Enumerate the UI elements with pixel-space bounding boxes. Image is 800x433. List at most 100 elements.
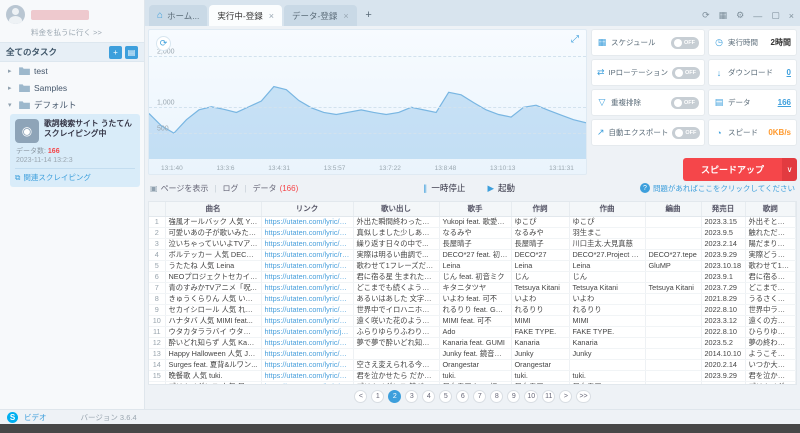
page-1[interactable]: 1 bbox=[371, 390, 385, 403]
page-2[interactable]: 2 bbox=[388, 390, 402, 403]
list-view-icon[interactable]: ▤ bbox=[125, 45, 138, 59]
page-prev[interactable]: < bbox=[354, 390, 368, 403]
tab-data[interactable]: データ-登録 × bbox=[284, 5, 357, 26]
close-button[interactable]: × bbox=[789, 11, 794, 21]
new-tab-button[interactable]: + bbox=[361, 7, 377, 23]
link-cell[interactable]: https://utaten.com/lyric/mi23... bbox=[261, 216, 354, 228]
link-cell[interactable]: https://utaten.com/lyric/mi2... bbox=[261, 348, 354, 360]
schedule-toggle[interactable]: OFF bbox=[671, 36, 699, 49]
x-axis-tick-label: 13:10:13 bbox=[490, 165, 516, 172]
page-8[interactable]: 8 bbox=[490, 390, 504, 403]
link-cell[interactable]: https://utaten.com/lyric/mi2... bbox=[261, 304, 354, 316]
page-9[interactable]: 9 bbox=[507, 390, 521, 403]
link-cell[interactable]: https://utaten.com/lyric/mi2... bbox=[261, 359, 354, 371]
help-link[interactable]: ? 問題があればここをクリックしてください bbox=[639, 183, 795, 194]
table-row[interactable]: 15 晩餐歌 人気 tuki. https://utaten.com/lyric/m… bbox=[149, 370, 796, 382]
apps-icon[interactable]: ▦ bbox=[719, 10, 728, 21]
link-cell[interactable]: https://utaten.com/lyric/ciqta3... bbox=[261, 282, 354, 294]
tab-home[interactable]: ⌂ ホーム... bbox=[149, 5, 208, 26]
sidebar-folder-samples[interactable]: ▸ Samples bbox=[0, 79, 144, 96]
table-row[interactable]: 5 うたたね 人気 Leina https://utaten.com/lyric/m… bbox=[149, 260, 796, 272]
lyrics-cell: ようこそハロウィンナイト... bbox=[745, 348, 796, 360]
link-cell[interactable]: https://utaten.com/lyric/ri231... bbox=[261, 249, 354, 261]
page-next[interactable]: > bbox=[559, 390, 573, 403]
related-scraping-link[interactable]: ⧉ 関連スクレイピング bbox=[15, 168, 135, 183]
table-row[interactable]: 7 青のすみかTVアニメ「呪... https://utaten.com/lyric… bbox=[149, 282, 796, 294]
maximize-button[interactable]: ▢ bbox=[771, 10, 780, 21]
x-axis-tick-label: 13:8:48 bbox=[434, 165, 457, 172]
link-cell[interactable]: https://utaten.com/lyric/mi2... bbox=[261, 370, 354, 382]
page-last[interactable]: >> bbox=[576, 390, 591, 403]
minimize-button[interactable]: — bbox=[753, 11, 762, 21]
link-cell[interactable]: https://utaten.com/lyric/mi16... bbox=[261, 381, 354, 384]
page-3[interactable]: 3 bbox=[405, 390, 419, 403]
refresh-icon[interactable]: ⟳ bbox=[702, 10, 710, 21]
table-row[interactable]: 10 ハナタバ 人気 MIMI feat... https://utaten.com… bbox=[149, 315, 796, 327]
table-row[interactable]: 14 Surges feat. 夏背&ルワン... https://utaten.c… bbox=[149, 359, 796, 371]
dedup-toggle[interactable]: OFF bbox=[671, 96, 699, 109]
link-cell[interactable]: https://utaten.com/lyric/mi23... bbox=[261, 238, 354, 250]
page-5[interactable]: 5 bbox=[439, 390, 453, 403]
table-row[interactable]: 1 強風オールバック 人気 Yuk... https://utaten.com/ly… bbox=[149, 216, 796, 228]
column-header: 歌詞 bbox=[745, 202, 796, 217]
page-11[interactable]: 11 bbox=[542, 390, 556, 403]
pause-button[interactable]: ∥ 一時停止 bbox=[423, 182, 465, 194]
task-card[interactable]: ◉ 歌詞検索サイト うたてんスクレイピング中 データ数: 166 2023-11… bbox=[10, 114, 140, 187]
table-row[interactable]: 16ブリキノダンス 人気 日向電...https://utaten.com/ly… bbox=[149, 381, 796, 384]
add-task-icon[interactable]: + bbox=[109, 45, 122, 59]
video-link[interactable]: ビデオ bbox=[24, 412, 47, 423]
row-number: 16 bbox=[149, 381, 166, 384]
close-icon[interactable]: × bbox=[269, 11, 274, 21]
autoexport-card: ↗ 自動エクスポート OFF bbox=[591, 119, 705, 146]
pay-link[interactable]: 料金を払うに行く >> bbox=[0, 26, 144, 42]
link-cell[interactable]: https://utaten.com/lyric/mi23... bbox=[261, 293, 354, 305]
song-title-cell: 酔いどれ知らず 人気 Kanar... bbox=[165, 337, 262, 349]
data-table: 曲名 リンク 歌い出し 歌手 作詞 作曲 編曲 発売日 歌詞 1 強風オールバック 人気 Yuk.… bbox=[148, 201, 797, 385]
table-row[interactable]: 2 可愛いあの子が歌いみたな... https://utaten.com/lyric… bbox=[149, 227, 796, 239]
refresh-button[interactable]: ⟳ bbox=[156, 36, 171, 51]
table-row[interactable]: 3泣いちゃっていいよTVアニメ「葬...https://utaten.com/l… bbox=[149, 238, 796, 250]
table-row[interactable]: 13 Happy Halloween 人気 Jun... https://utate… bbox=[149, 348, 796, 360]
table-row[interactable]: 4 ボルテッカー 人気 DECO*2... https://utaten.com/l… bbox=[149, 249, 796, 261]
sidebar-folder-default[interactable]: ▾ デフォルト bbox=[0, 96, 144, 113]
skype-icon[interactable]: S bbox=[7, 411, 18, 423]
link-cell[interactable]: https://utaten.com/lyric/mi2... bbox=[261, 271, 354, 283]
data-count-value[interactable]: 166 bbox=[778, 98, 791, 107]
autoexport-toggle[interactable]: OFF bbox=[672, 126, 701, 139]
gear-icon[interactable]: ⚙ bbox=[736, 10, 744, 21]
chevron-down-icon: ▾ bbox=[8, 101, 12, 109]
page-10[interactable]: 10 bbox=[524, 390, 539, 403]
spider-icon: ◉ bbox=[15, 119, 39, 143]
release-date-cell: 2021.8.29 bbox=[701, 293, 746, 305]
app-window: 料金を払うに行く >> 全てのタスク + ▤ ▸ test ▸ Samples … bbox=[0, 0, 800, 433]
link-cell[interactable]: https://utaten.com/lyric/mi23... bbox=[261, 227, 354, 239]
view-page-tab[interactable]: ▣ ページを表示 bbox=[150, 183, 208, 194]
page-4[interactable]: 4 bbox=[422, 390, 436, 403]
x-axis-tick-label: 13:11:31 bbox=[549, 165, 574, 172]
row-number: 6 bbox=[149, 271, 166, 283]
table-row[interactable]: 11 ウタカタララバイ ウタカタR... https://utaten.com/ly… bbox=[149, 326, 796, 338]
close-icon[interactable]: × bbox=[343, 11, 348, 21]
page-7[interactable]: 7 bbox=[473, 390, 487, 403]
export-icon: ↗ bbox=[597, 127, 605, 137]
table-row[interactable]: 8 きゅうくらりん 人気 いよわ... https://utaten.com/lyr… bbox=[149, 293, 796, 305]
data-tab[interactable]: データ (166) bbox=[253, 183, 299, 194]
link-cell[interactable]: https://utaten.com/lyric/mi2... bbox=[261, 337, 354, 349]
start-button[interactable]: ▶ 起動 bbox=[487, 182, 515, 194]
link-cell[interactable]: https://utaten.com/lyric/mi29... bbox=[261, 315, 354, 327]
table-row[interactable]: 6 NEOプロジェクトセカイ&#... https://utaten.com/lyr… bbox=[149, 271, 796, 283]
table-row[interactable]: 12 酔いどれ知らず 人気 Kanar... https://utaten.com/… bbox=[149, 337, 796, 349]
ip-rotation-toggle[interactable]: OFF bbox=[671, 66, 700, 79]
link-cell[interactable]: https://utaten.com/lyric/jty9a... bbox=[261, 326, 354, 338]
arranger-cell bbox=[645, 381, 702, 384]
avatar[interactable] bbox=[6, 5, 25, 24]
opening-line-cell: 空さえ変えられる今日の... bbox=[353, 359, 440, 371]
link-cell[interactable]: https://utaten.com/lyric/mi2... bbox=[261, 260, 354, 272]
expand-button[interactable]: ⤢ bbox=[571, 34, 579, 45]
log-tab[interactable]: ログ bbox=[222, 183, 238, 194]
sidebar-folder-test[interactable]: ▸ test bbox=[0, 62, 144, 79]
download-value[interactable]: 0 bbox=[787, 68, 791, 77]
table-row[interactable]: 9 セカイシロール 人気 れる... https://utaten.com/lyri… bbox=[149, 304, 796, 316]
page-6[interactable]: 6 bbox=[456, 390, 470, 403]
tab-running[interactable]: 実行中-登録 × bbox=[209, 5, 282, 26]
